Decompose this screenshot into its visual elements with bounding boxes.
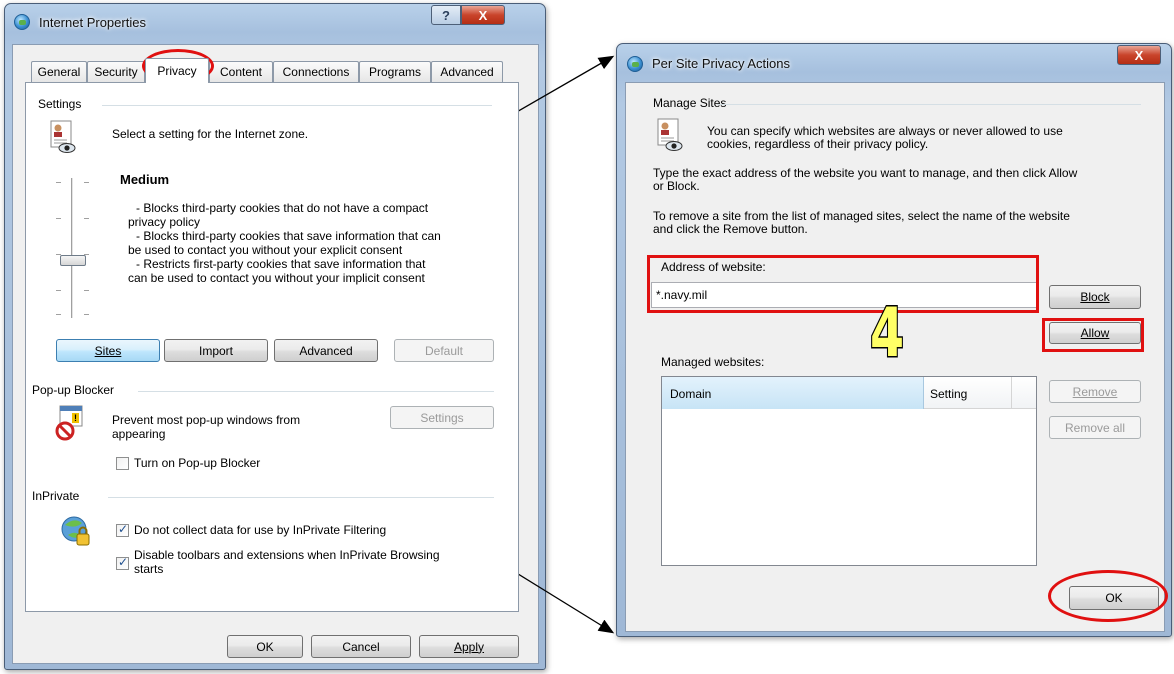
- desc-line: be used to contact you without your expl…: [128, 243, 403, 257]
- tab-connections[interactable]: Connections: [273, 61, 359, 82]
- inprivate-icon: [60, 515, 92, 549]
- instructions2-line1: To remove a site from the list of manage…: [653, 209, 1070, 223]
- remove-label: Remove: [1072, 384, 1118, 399]
- sites-button[interactable]: Sites: [56, 339, 160, 362]
- tab-advanced[interactable]: Advanced: [431, 61, 503, 82]
- privacy-tab-page: Settings Select a setting for the Intern…: [25, 82, 519, 612]
- column-setting[interactable]: Setting: [924, 377, 1012, 409]
- apply-label: Apply: [453, 639, 485, 654]
- popup-divider: [138, 391, 494, 392]
- manage-sites-frame: [717, 104, 1141, 105]
- settings-intro-text: Select a setting for the Internet zone.: [112, 127, 309, 141]
- managed-websites-list[interactable]: Domain Setting: [661, 376, 1037, 566]
- managed-websites-label: Managed websites:: [661, 355, 765, 369]
- privacy-setting-icon: [50, 120, 76, 154]
- column-domain[interactable]: Domain: [662, 377, 924, 409]
- apply-button[interactable]: Apply: [419, 635, 519, 658]
- title-bar[interactable]: Per Site Privacy Actions X: [617, 44, 1171, 74]
- internet-options-icon: [14, 14, 30, 30]
- highlight-allow-button: [1042, 318, 1144, 352]
- popup-desc-line2: appearing: [112, 427, 166, 441]
- privacy-level-name: Medium: [120, 172, 170, 187]
- column-domain-label: Domain: [670, 387, 712, 401]
- settings-divider: [102, 105, 492, 106]
- step-number-4: 4: [869, 294, 905, 373]
- privacy-level-slider[interactable]: [56, 178, 96, 318]
- column-setting-label: Setting: [930, 387, 968, 401]
- internet-properties-window: Internet Properties ? X General Security…: [4, 3, 546, 670]
- window-title: Internet Properties: [39, 15, 146, 30]
- tab-security[interactable]: Security: [87, 61, 145, 82]
- popup-blocker-icon: !: [54, 405, 84, 441]
- slider-thumb[interactable]: [60, 255, 86, 266]
- internet-options-icon: [627, 56, 643, 72]
- desc-line: - Blocks third-party cookies that do not…: [136, 201, 429, 215]
- highlight-ok-button: [1048, 570, 1168, 622]
- block-label: Block: [1080, 290, 1110, 304]
- default-button-label: Default: [424, 343, 464, 358]
- import-button-label: Import: [198, 343, 233, 358]
- sites-button-label: Sites: [94, 343, 122, 358]
- svg-text:!: !: [74, 413, 77, 423]
- import-button[interactable]: Import: [164, 339, 268, 362]
- ok-button[interactable]: OK: [227, 635, 303, 658]
- default-button[interactable]: Default: [394, 339, 494, 362]
- title-bar[interactable]: Internet Properties ? X: [5, 4, 545, 34]
- desc-line: can be used to contact you without your …: [128, 271, 425, 285]
- manage-sites-group-label: Manage Sites: [653, 96, 727, 110]
- desc-line: privacy policy: [128, 215, 201, 229]
- remove-all-button[interactable]: Remove all: [1049, 416, 1141, 439]
- popup-settings-button[interactable]: Settings: [390, 406, 494, 429]
- popup-group-label: Pop-up Blocker: [32, 383, 115, 397]
- advanced-button[interactable]: Advanced: [274, 339, 378, 362]
- settings-group-label: Settings: [38, 97, 82, 111]
- help-button[interactable]: ?: [431, 5, 461, 25]
- inprivate-toolbars-line1: Disable toolbars and extensions when InP…: [134, 548, 440, 562]
- inprivate-group-label: InPrivate: [32, 489, 80, 503]
- popup-blocker-label: Turn on Pop-up Blocker: [134, 456, 261, 470]
- list-header: Domain Setting: [662, 377, 1036, 409]
- block-button[interactable]: Block: [1049, 285, 1141, 309]
- desc-line: - Restricts first-party cookies that sav…: [136, 257, 426, 271]
- inprivate-filtering-checkbox[interactable]: [116, 522, 129, 537]
- remove-button[interactable]: Remove: [1049, 380, 1141, 403]
- tab-content[interactable]: Content: [209, 61, 273, 82]
- close-button[interactable]: X: [1117, 45, 1161, 65]
- intro-line2: cookies, regardless of their privacy pol…: [707, 137, 929, 151]
- popup-desc-line1: Prevent most pop-up windows from: [112, 413, 301, 427]
- instructions2-line2: and click the Remove button.: [653, 222, 808, 236]
- instructions1-line2: or Block.: [653, 179, 700, 193]
- inprivate-toolbars-checkbox[interactable]: [116, 555, 129, 570]
- desc-line: - Blocks third-party cookies that save i…: [136, 229, 441, 243]
- cancel-label: Cancel: [342, 639, 380, 654]
- tab-privacy[interactable]: Privacy: [145, 58, 209, 83]
- popup-blocker-checkbox[interactable]: [116, 457, 129, 470]
- advanced-button-label: Advanced: [299, 343, 353, 358]
- instructions1-line1: Type the exact address of the website yo…: [653, 166, 1078, 180]
- remove-all-label: Remove all: [1064, 420, 1126, 435]
- privacy-setting-icon: [657, 118, 683, 152]
- inprivate-toolbars-line2: starts: [134, 562, 164, 576]
- inprivate-divider: [108, 497, 494, 498]
- close-button[interactable]: X: [461, 5, 505, 25]
- highlight-address-field: [647, 255, 1039, 313]
- window-title: Per Site Privacy Actions: [652, 56, 790, 71]
- inprivate-filtering-label: Do not collect data for use by InPrivate…: [134, 523, 387, 537]
- cancel-button[interactable]: Cancel: [311, 635, 411, 658]
- privacy-level-description: - Blocks third-party cookies that do not…: [128, 201, 441, 285]
- tab-programs[interactable]: Programs: [359, 61, 431, 82]
- ok-label: OK: [256, 639, 274, 654]
- tab-general[interactable]: General: [31, 61, 87, 82]
- intro-line1: You can specify which websites are alway…: [707, 124, 1063, 138]
- popup-settings-label: Settings: [420, 410, 464, 425]
